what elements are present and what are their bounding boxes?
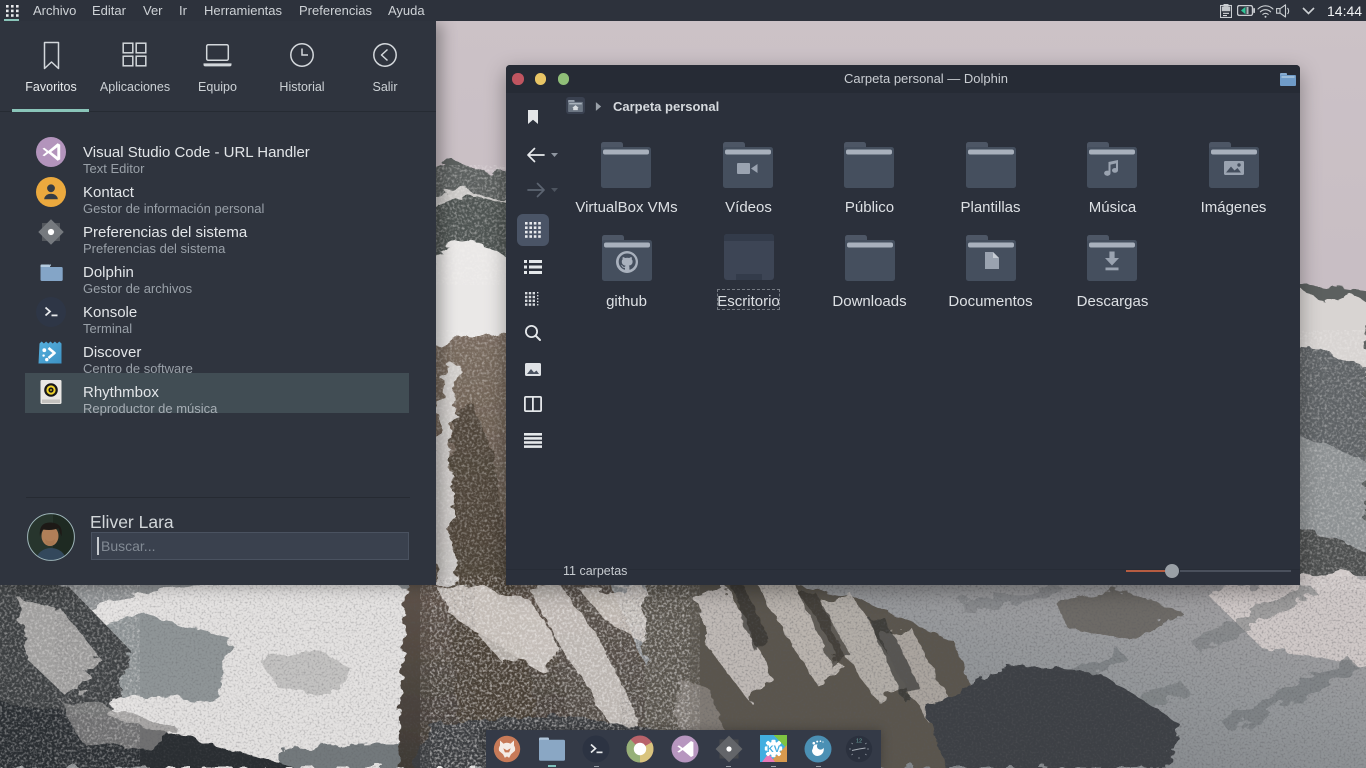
svg-text:12: 12: [856, 739, 862, 745]
svg-text:KV: KV: [767, 744, 781, 755]
